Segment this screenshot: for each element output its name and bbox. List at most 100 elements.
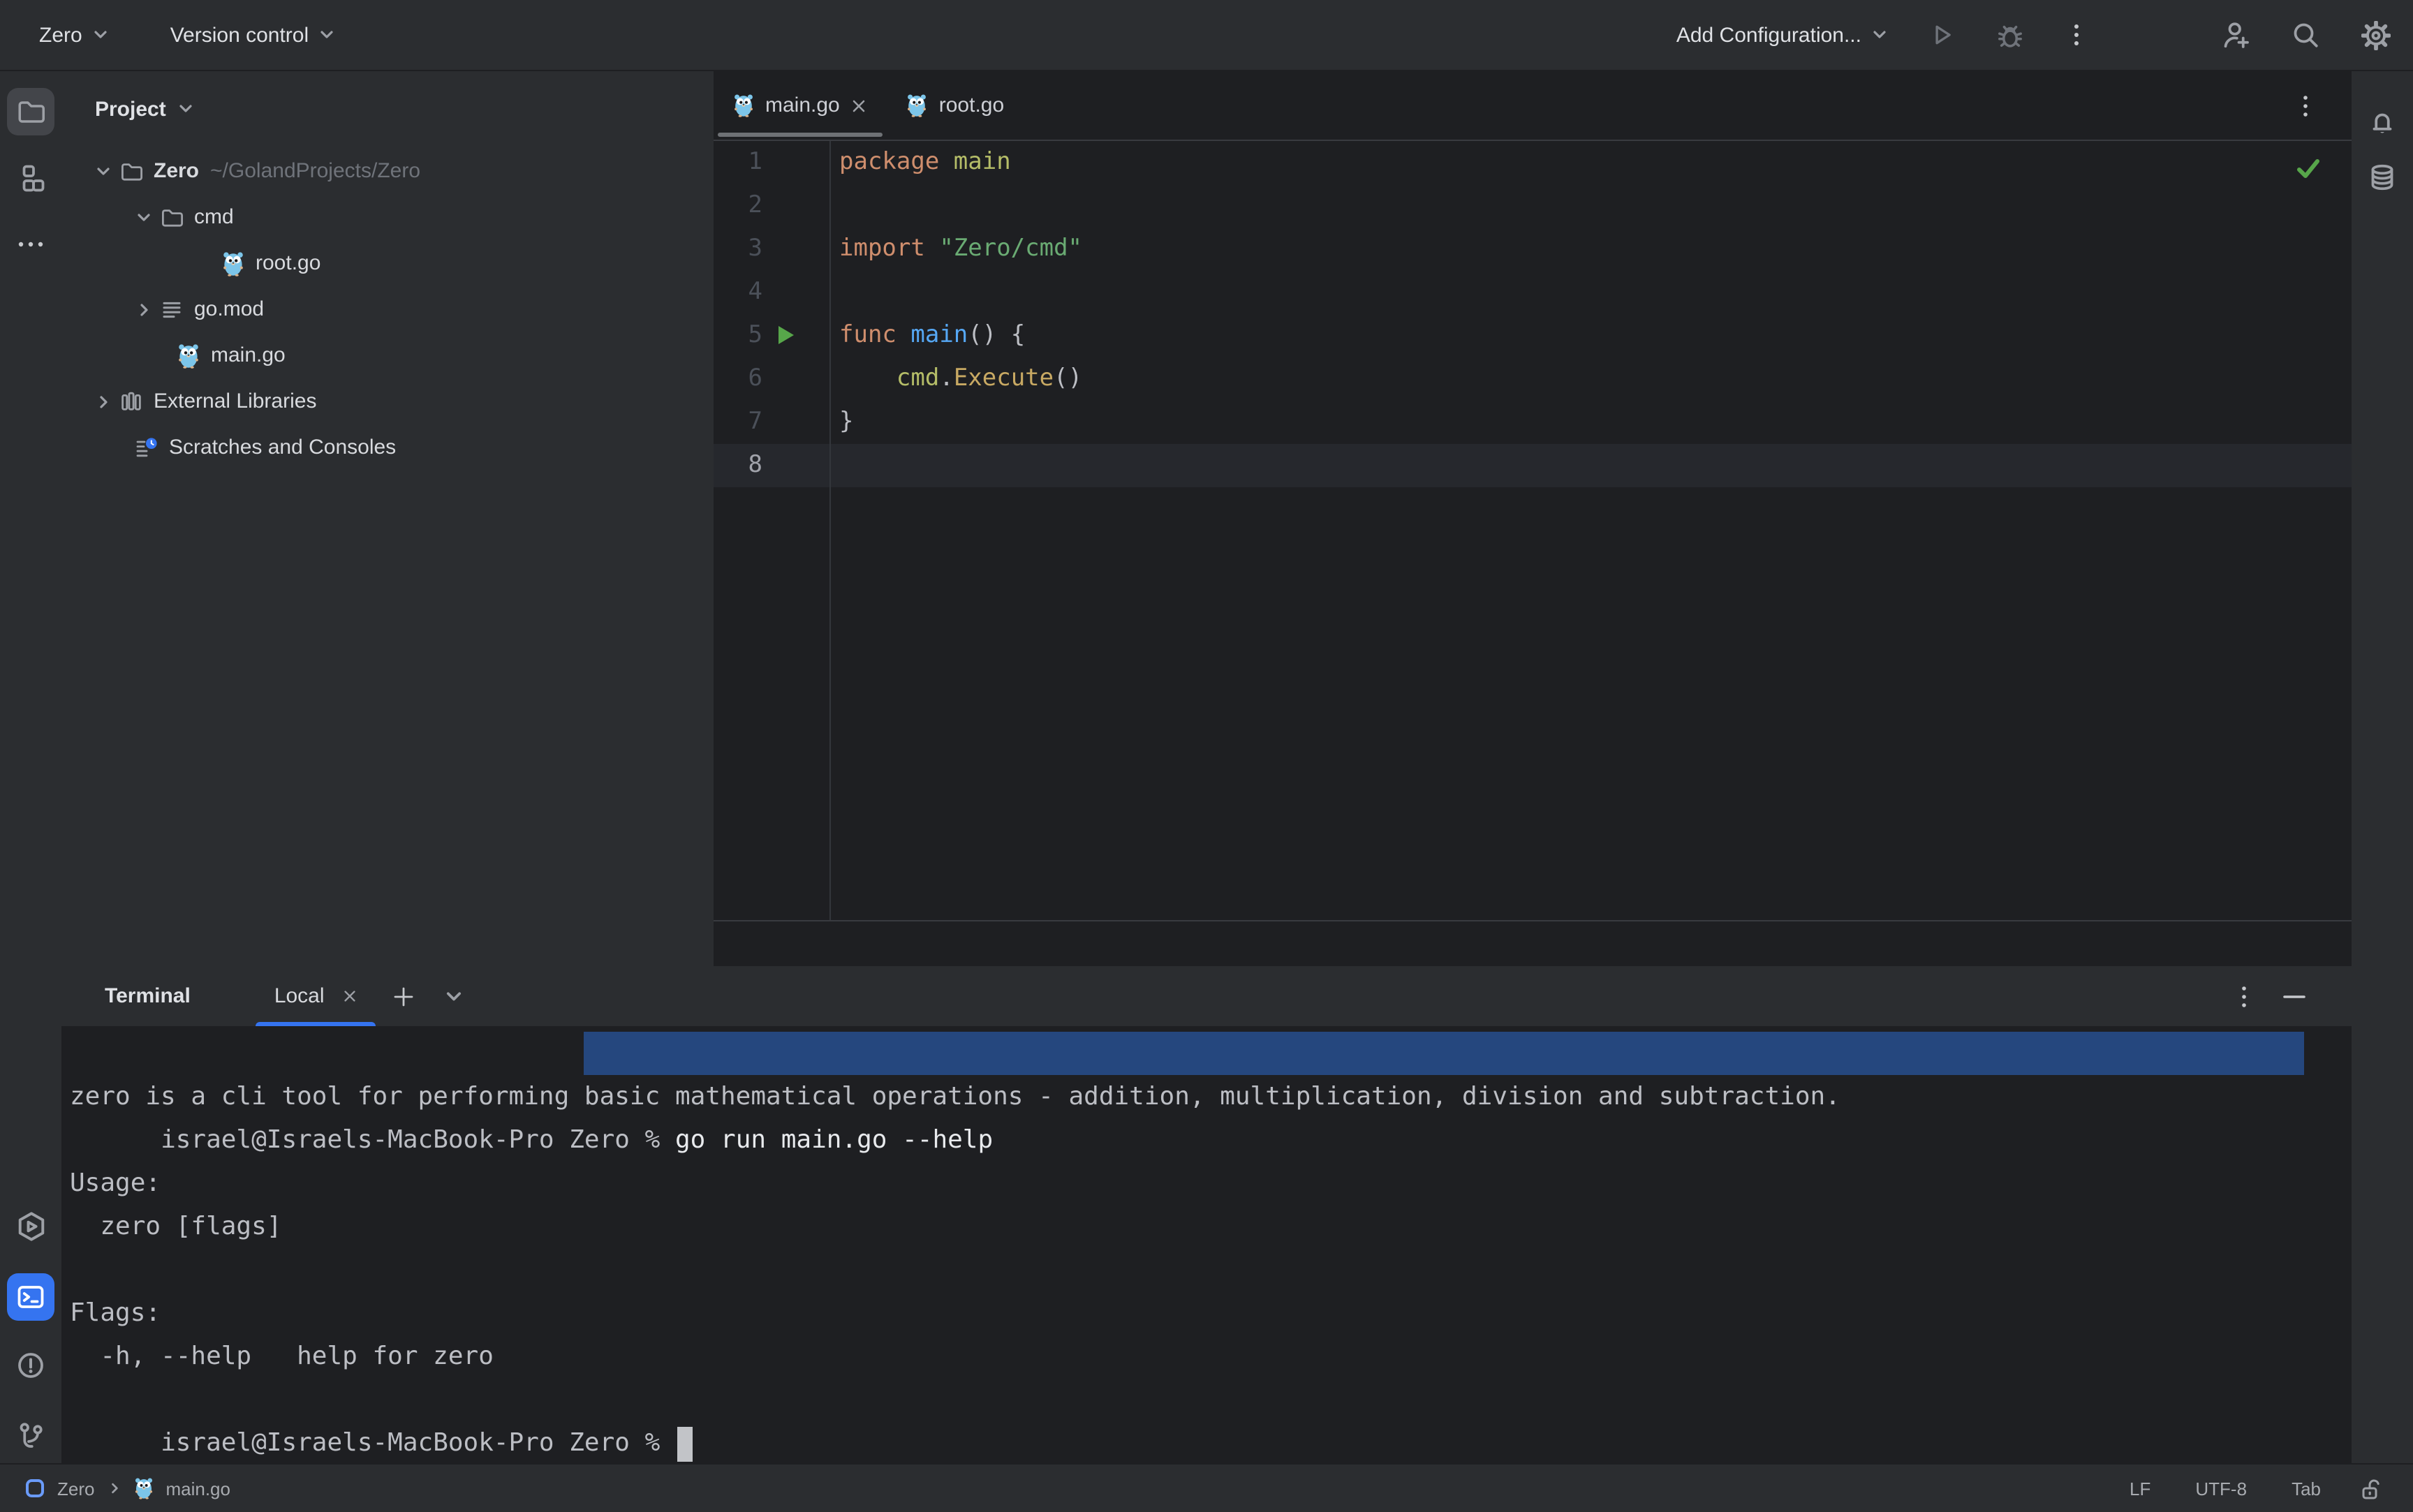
chevron-down-icon[interactable] — [135, 209, 152, 225]
project-panel-header[interactable]: Project — [61, 85, 714, 133]
chevron-down-icon[interactable] — [95, 163, 112, 179]
project-tool-button[interactable] — [7, 88, 54, 135]
code-editor[interactable]: 1 package main 2 3 import "Zero/cmd" 4 5… — [714, 141, 2352, 966]
code-line: 5 func main() { — [714, 314, 2352, 357]
tree-item-external-libraries[interactable]: External Libraries — [61, 378, 714, 424]
terminal-panel-header: Terminal Local — [61, 966, 2352, 1026]
terminal-line: -h, --help help for zero — [70, 1342, 494, 1371]
tree-item-main-go-selected[interactable]: main.go — [61, 332, 714, 378]
tree-item-cmd[interactable]: cmd — [61, 194, 714, 240]
tab-main-go[interactable]: main.go — [714, 71, 887, 140]
vcs-widget-label: Version control — [170, 23, 309, 47]
status-widgets: LF UTF-8 Tab — [2107, 1476, 2382, 1500]
line-number: 5 — [748, 321, 763, 349]
add-user-icon[interactable] — [2222, 21, 2250, 49]
terminal-line: Flags: — [70, 1298, 161, 1328]
chevron-down-icon — [92, 27, 109, 43]
more-vertical-icon[interactable] — [2065, 22, 2088, 47]
project-widget[interactable]: Zero — [39, 23, 109, 47]
search-icon[interactable] — [2292, 21, 2319, 49]
problems-icon — [18, 1353, 43, 1378]
project-panel: Project Zero ~/GolandProjects/Zero cmd r… — [61, 71, 714, 966]
new-terminal-session-button[interactable] — [393, 985, 415, 1007]
chevron-right-icon[interactable] — [135, 301, 152, 318]
tree-item-label: root.go — [256, 251, 321, 275]
tree-item-label: go.mod — [194, 297, 265, 321]
editor-bottom-separator — [714, 920, 2352, 921]
tree-item-zero[interactable]: Zero ~/GolandProjects/Zero — [61, 148, 714, 194]
structure-tool-button[interactable] — [7, 155, 54, 202]
go-gopher-icon — [133, 1477, 153, 1499]
tree-item-label: Zero — [154, 159, 200, 183]
code-line-current: 8 — [714, 444, 2352, 487]
tab-root-go[interactable]: root.go — [887, 71, 1024, 140]
tree-item-label: cmd — [194, 205, 234, 229]
terminal-tab-local[interactable]: Local — [256, 966, 376, 1026]
terminal-line: zero [flags] — [70, 1212, 282, 1241]
gear-icon[interactable] — [2361, 20, 2391, 50]
close-icon[interactable] — [851, 97, 868, 114]
tree-item-scratches[interactable]: Scratches and Consoles — [61, 424, 714, 470]
more-horizontal-icon — [18, 242, 43, 247]
go-gopher-icon — [177, 343, 200, 368]
terminal-line: zero is a cli tool for performing basic … — [70, 1082, 1840, 1111]
breadcrumb: Zero main.go — [25, 1477, 230, 1499]
project-widget-label: Zero — [39, 23, 82, 47]
line-number: 4 — [748, 278, 763, 306]
terminal-line: Usage: — [70, 1169, 161, 1198]
encoding-widget[interactable]: UTF-8 — [2173, 1478, 2269, 1499]
notifications-button[interactable] — [2359, 98, 2406, 145]
line-ending-widget[interactable]: LF — [2107, 1478, 2173, 1499]
toolbar-left: Zero Version control — [39, 23, 335, 47]
inspections-ok-icon[interactable] — [2296, 158, 2321, 180]
close-icon[interactable] — [343, 988, 358, 1004]
run-gutter-icon[interactable] — [778, 325, 795, 345]
project-badge-icon — [26, 1479, 44, 1497]
chevron-right-icon — [107, 1481, 121, 1495]
scratches-icon — [135, 436, 158, 459]
line-number: 7 — [748, 408, 763, 436]
terminal-output[interactable]: israel@Israels-MacBook-Pro Zero % go run… — [61, 1026, 2352, 1463]
chevron-right-icon[interactable] — [95, 393, 112, 410]
minimize-icon[interactable] — [2283, 993, 2305, 999]
breadcrumb-project[interactable]: Zero — [57, 1478, 94, 1499]
structure-icon — [22, 165, 45, 192]
terminal-panel-title[interactable]: Terminal — [61, 984, 191, 1008]
tree-item-go-mod[interactable]: go.mod — [61, 286, 714, 332]
terminal-tool-button[interactable] — [7, 1273, 54, 1321]
chevron-down-icon — [1871, 27, 1888, 43]
debug-button[interactable] — [1997, 22, 2023, 48]
git-tool-button[interactable] — [7, 1411, 54, 1459]
line-number: 8 — [748, 451, 763, 479]
status-bar: Zero main.go LF UTF-8 Tab — [0, 1463, 2413, 1512]
run-configuration-label: Add Configuration... — [1676, 23, 1861, 47]
unlocked-icon[interactable] — [2360, 1476, 2382, 1500]
tab-label: root.go — [938, 94, 1005, 117]
more-vertical-icon[interactable] — [2301, 93, 2310, 118]
code-line: 4 — [714, 271, 2352, 314]
main-toolbar: Zero Version control Add Configuration..… — [0, 0, 2413, 71]
breadcrumb-file[interactable]: main.go — [165, 1478, 230, 1499]
left-tool-stripe — [0, 71, 61, 1463]
goland-window: Zero Version control Add Configuration..… — [0, 0, 2413, 1512]
services-tool-button[interactable] — [7, 1202, 54, 1250]
more-vertical-icon[interactable] — [2240, 984, 2248, 1009]
vcs-widget[interactable]: Version control — [170, 23, 335, 47]
problems-tool-button[interactable] — [7, 1342, 54, 1389]
git-branch-icon — [20, 1423, 43, 1448]
run-configuration-selector[interactable]: Add Configuration... — [1676, 23, 1888, 47]
chevron-down-icon — [318, 27, 335, 43]
terminal-tab-label: Local — [274, 984, 325, 1008]
tree-item-root-go[interactable]: root.go — [61, 240, 714, 286]
tree-item-label: External Libraries — [154, 390, 317, 413]
terminal-command-line: israel@Israels-MacBook-Pro Zero % go run… — [70, 1032, 2352, 1155]
tree-item-label: main.go — [211, 343, 286, 367]
terminal-selection-highlight — [584, 1032, 2304, 1075]
more-tool-windows-button[interactable] — [7, 221, 54, 268]
go-mod-icon — [161, 298, 183, 320]
terminal-sessions-dropdown[interactable] — [445, 986, 464, 1006]
database-button[interactable] — [2359, 154, 2406, 201]
indent-widget[interactable]: Tab — [2269, 1478, 2343, 1499]
run-button[interactable] — [1930, 22, 1955, 47]
